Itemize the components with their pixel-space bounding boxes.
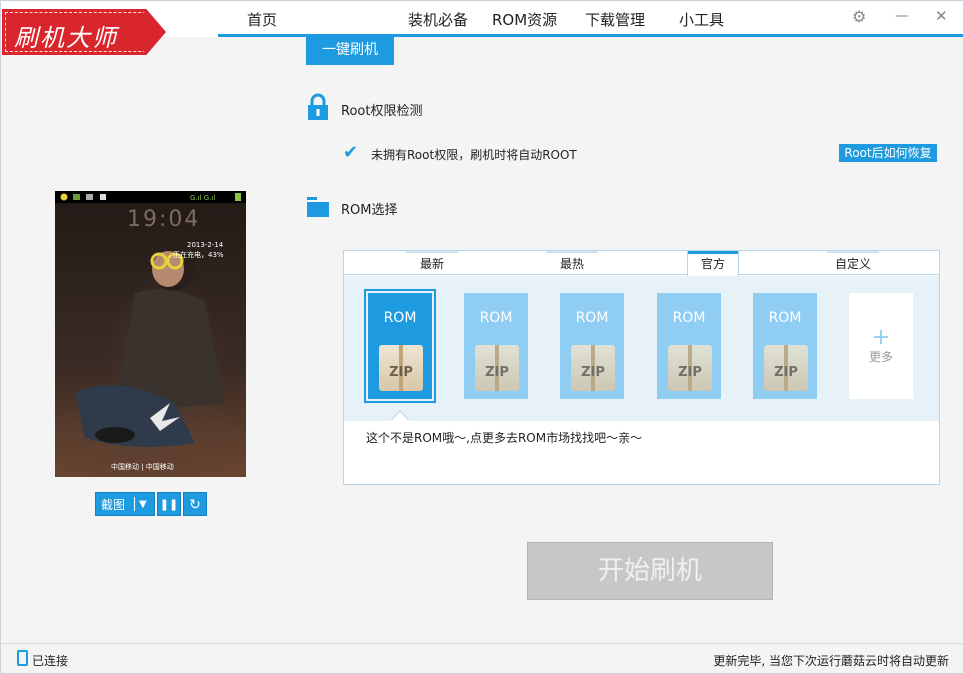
status-icons: G.ıl G.ıl: [60, 193, 241, 202]
rom-cards-area: ROM ZIP ROM ZIP ROM ZIP ROM ZIP ROM ZIP …: [344, 276, 939, 421]
rom-card[interactable]: ROM ZIP: [464, 293, 528, 399]
pause-icon: ❚❚: [159, 498, 179, 511]
rom-card[interactable]: ROM ZIP: [560, 293, 624, 399]
rom-select-title: ROM选择: [341, 203, 398, 218]
status-bar: 已连接 更新完毕, 当您下次运行蘑菇云时将自动更新: [1, 643, 963, 673]
phone-carrier: 中国移动 | 中国移动: [111, 463, 174, 471]
phone-screen-preview: G.ıl G.ıl 19:04 2013-2-14 正在充电，43% 中国移动 …: [55, 191, 246, 477]
tab-latest-label: 最新: [419, 257, 444, 271]
screenshot-button[interactable]: 截图 ▼: [95, 492, 155, 516]
plus-icon: +: [871, 325, 891, 350]
zip-label: ZIP: [485, 365, 509, 380]
connection-status: 已连接: [32, 654, 69, 668]
tab-official-label: 官方: [700, 257, 725, 271]
app-logo: 刷机大师: [2, 9, 166, 55]
app-window: 首页 装机必备 ROM资源 下载管理 小工具 ⚙ — ✕ 刷机大师 一键刷机 G…: [0, 0, 964, 674]
zip-label: ZIP: [389, 365, 413, 380]
rom-card-label: ROM: [768, 310, 802, 326]
zip-box-icon: ZIP: [379, 345, 423, 391]
tab-indicator: [406, 251, 458, 253]
tab-hottest-label: 最热: [559, 257, 584, 271]
more-roms-button[interactable]: + 更多: [849, 293, 913, 399]
lock-icon: [306, 93, 330, 125]
zip-label: ZIP: [678, 365, 702, 380]
phone-charging-status: 正在充电，43%: [173, 251, 224, 259]
phone-status-bar: G.ıl G.ıl: [55, 191, 246, 203]
screenshot-label: 截图: [101, 498, 126, 512]
tab-indicator: [546, 251, 598, 253]
dropdown-arrow-icon[interactable]: ▼: [139, 493, 147, 517]
root-recovery-link[interactable]: Root后如何恢复: [839, 144, 937, 162]
more-label: 更多: [868, 350, 893, 364]
nav-downloads[interactable]: 下载管理: [585, 9, 645, 30]
zip-label: ZIP: [774, 365, 798, 380]
minimize-button[interactable]: —: [895, 8, 909, 24]
tab-custom[interactable]: 自定义: [827, 251, 879, 275]
zip-box-icon: ZIP: [475, 345, 519, 391]
close-button[interactable]: ✕: [935, 7, 948, 25]
checkmark-icon: ✔: [343, 142, 359, 163]
rom-card[interactable]: ROM ZIP: [364, 289, 436, 403]
nav-tools[interactable]: 小工具: [679, 9, 724, 30]
phone-date: 2013-2-14: [187, 241, 224, 249]
folder-icon: [306, 194, 330, 222]
zip-box-icon: ZIP: [764, 345, 808, 391]
rom-card[interactable]: ROM ZIP: [657, 293, 721, 399]
rom-card-label: ROM: [575, 310, 609, 326]
rom-panel: 最新 最热 官方 自定义 ROM ZIP ROM ZIP ROM ZIP ROM…: [343, 250, 940, 485]
split-divider: [134, 497, 135, 511]
rom-message: 这个不是ROM哦～,点更多去ROM市场找找吧～亲～: [366, 431, 643, 445]
pause-button[interactable]: ❚❚: [157, 492, 181, 516]
tab-official[interactable]: 官方: [687, 251, 739, 276]
tab-custom-label: 自定义: [834, 257, 871, 271]
tab-one-click-flash[interactable]: 一键刷机: [306, 37, 394, 65]
tab-indicator: [827, 251, 879, 253]
settings-gear-icon[interactable]: ⚙: [852, 7, 866, 26]
tab-latest[interactable]: 最新: [406, 251, 458, 275]
root-status-text: 未拥有Root权限，刷机时将自动ROOT: [371, 148, 577, 162]
start-flash-button[interactable]: 开始刷机: [527, 542, 773, 600]
nav-rom-resources[interactable]: ROM资源: [492, 9, 557, 30]
rom-tabs: 最新 最热 官方 自定义: [344, 251, 939, 276]
zip-box-icon: ZIP: [571, 345, 615, 391]
phone-clock: 19:04: [127, 207, 201, 232]
root-check-title: Root权限检测: [341, 104, 423, 119]
tab-hottest[interactable]: 最热: [546, 251, 598, 275]
zip-box-icon: ZIP: [668, 345, 712, 391]
refresh-button[interactable]: ↻: [183, 492, 207, 516]
logo-text: 刷机大师: [14, 24, 118, 52]
rom-card-label: ROM: [383, 310, 417, 326]
nav-home[interactable]: 首页: [247, 9, 277, 30]
nav-essentials[interactable]: 装机必备: [408, 9, 468, 30]
update-status: 更新完毕, 当您下次运行蘑菇云时将自动更新: [713, 654, 949, 668]
zip-label: ZIP: [581, 365, 605, 380]
rom-card[interactable]: ROM ZIP: [753, 293, 817, 399]
tab-indicator: [688, 251, 738, 254]
refresh-icon: ↻: [189, 497, 201, 513]
rom-card-label: ROM: [672, 310, 706, 326]
phone-connected-icon: [17, 650, 28, 666]
svg-text:G.ıl G.ıl: G.ıl G.ıl: [190, 194, 215, 202]
rom-card-label: ROM: [479, 310, 513, 326]
